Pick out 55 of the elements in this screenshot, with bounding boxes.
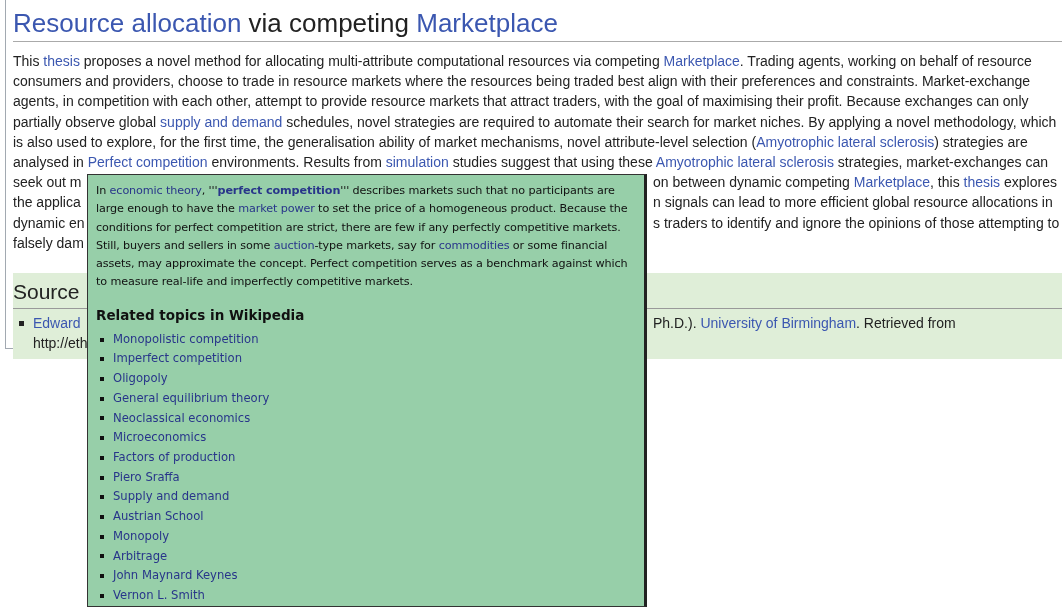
- topic-link[interactable]: Factors of production: [113, 448, 236, 468]
- bullet-icon: [100, 416, 104, 421]
- paragraph-fragment: s traders to identify and ignore the opinions of those attempting to: [653, 213, 1060, 233]
- bullet-icon: [100, 475, 104, 480]
- link[interactable]: thesis: [43, 53, 80, 69]
- page-title: Resource allocation via competing Marketplace: [13, 0, 1062, 42]
- link[interactable]: Marketplace: [663, 53, 740, 69]
- paragraph-fragment: seek out m: [13, 174, 82, 191]
- topic-link[interactable]: Arbitrage: [113, 546, 168, 567]
- link[interactable]: thesis: [963, 174, 1001, 191]
- title-link[interactable]: Marketplace: [416, 8, 558, 38]
- topic-link[interactable]: Neoclassical economics: [113, 408, 251, 429]
- bullet-icon: [100, 574, 104, 579]
- paragraph-fragment: dynamic en: [13, 214, 85, 231]
- bullet-icon: [100, 495, 104, 500]
- bullet-icon: [100, 357, 104, 362]
- citation-text: Ph.D.). University of Birmingham. Retrieved from: [653, 314, 956, 334]
- paragraph-fragment: on between dynamic competing Marketplace, this thesis explores: [653, 173, 1057, 193]
- link[interactable]: simulation: [385, 154, 449, 170]
- topic-link[interactable]: General equilibrium theory: [113, 388, 270, 409]
- bullet-icon: [100, 554, 104, 559]
- paragraph-fragment: falsely dam: [13, 233, 84, 253]
- paragraph-fragment: n signals can lead to more efficient global resource allocations in: [653, 193, 1053, 213]
- topic-link[interactable]: Monopoly: [113, 526, 170, 547]
- topic-link[interactable]: Microeconomics: [113, 428, 207, 448]
- bullet-icon: [100, 593, 104, 598]
- link[interactable]: Perfect competition: [87, 154, 208, 170]
- topic-link[interactable]: Austrian School: [113, 507, 204, 527]
- link[interactable]: market power: [238, 202, 315, 216]
- link[interactable]: supply and demand: [160, 113, 283, 130]
- link[interactable]: economic theory: [109, 184, 202, 197]
- topic-link[interactable]: Oligopoly: [113, 369, 168, 389]
- link[interactable]: perfect competition: [217, 184, 341, 197]
- link[interactable]: Amyotrophic lateral sclerosis: [756, 133, 935, 150]
- topic-link[interactable]: John Maynard Keynes: [113, 566, 238, 586]
- link[interactable]: Marketplace: [853, 174, 931, 191]
- link[interactable]: commodities: [438, 238, 510, 252]
- bullet-icon: [100, 396, 104, 401]
- bullet-icon: [100, 455, 104, 460]
- topic-link[interactable]: Supply and demand: [113, 487, 230, 508]
- bullet-icon: [100, 337, 104, 342]
- topic-link[interactable]: Piero Sraffa: [113, 467, 180, 488]
- bullet-icon: [100, 534, 104, 539]
- topic-link[interactable]: Vernon L. Smith: [113, 585, 205, 606]
- topic-link[interactable]: Imperfect competition: [113, 349, 243, 370]
- link[interactable]: Amyotrophic lateral sclerosis: [655, 154, 834, 170]
- bullet-icon: [100, 436, 104, 441]
- link[interactable]: auction: [273, 238, 315, 252]
- link[interactable]: Edward: [33, 315, 81, 332]
- bullet-icon: [100, 514, 104, 519]
- citation-text: http://eth: [33, 334, 88, 354]
- title-link[interactable]: Resource allocation: [13, 8, 242, 38]
- paragraph-fragment: the applica: [13, 194, 81, 211]
- bullet-icon: [100, 377, 104, 382]
- topic-link[interactable]: Monopolistic competition: [113, 329, 259, 350]
